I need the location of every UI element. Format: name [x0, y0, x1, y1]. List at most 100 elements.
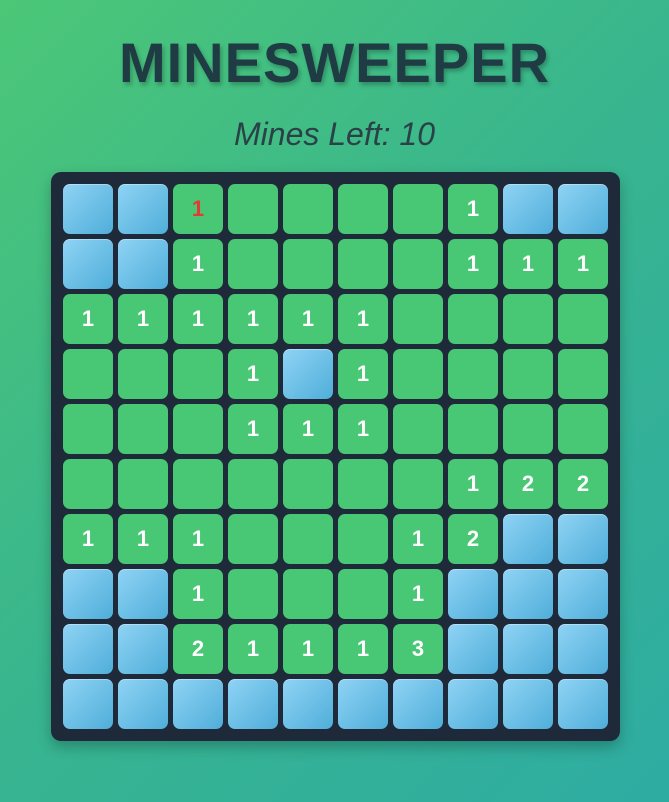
number-cell-r4-c3: 1 — [228, 404, 278, 454]
hidden-cell-r7-c0[interactable] — [63, 569, 113, 619]
empty-cell-r6-c3 — [228, 514, 278, 564]
number-cell-r1-c7: 1 — [448, 239, 498, 289]
empty-cell-r3-c1 — [118, 349, 168, 399]
empty-cell-r3-c6 — [393, 349, 443, 399]
number-cell-r5-c7: 1 — [448, 459, 498, 509]
empty-cell-r0-c4 — [283, 184, 333, 234]
empty-cell-r2-c8 — [503, 294, 553, 344]
empty-cell-r7-c3 — [228, 569, 278, 619]
hidden-cell-r3-c4[interactable] — [283, 349, 333, 399]
empty-cell-r5-c1 — [118, 459, 168, 509]
hidden-cell-r1-c1[interactable] — [118, 239, 168, 289]
hidden-cell-r9-c9[interactable] — [558, 679, 608, 729]
empty-cell-r5-c3 — [228, 459, 278, 509]
hidden-cell-r7-c7[interactable] — [448, 569, 498, 619]
empty-cell-r5-c4 — [283, 459, 333, 509]
number-cell-r6-c1: 1 — [118, 514, 168, 564]
hidden-cell-r9-c5[interactable] — [338, 679, 388, 729]
number-cell-r5-c9: 2 — [558, 459, 608, 509]
hidden-cell-r9-c0[interactable] — [63, 679, 113, 729]
hidden-cell-r9-c3[interactable] — [228, 679, 278, 729]
empty-cell-r5-c0 — [63, 459, 113, 509]
number-cell-r8-c2: 2 — [173, 624, 223, 674]
empty-cell-r0-c6 — [393, 184, 443, 234]
hidden-cell-r9-c6[interactable] — [393, 679, 443, 729]
hidden-cell-r6-c9[interactable] — [558, 514, 608, 564]
hidden-cell-r0-c0[interactable] — [63, 184, 113, 234]
hidden-cell-r9-c4[interactable] — [283, 679, 333, 729]
number-cell-r6-c6: 1 — [393, 514, 443, 564]
empty-cell-r4-c2 — [173, 404, 223, 454]
hidden-cell-r6-c8[interactable] — [503, 514, 553, 564]
hidden-cell-r1-c0[interactable] — [63, 239, 113, 289]
empty-cell-r7-c5 — [338, 569, 388, 619]
cell-grid: 11111111111111111122111121121113 — [63, 184, 608, 729]
empty-cell-r3-c0 — [63, 349, 113, 399]
empty-cell-r6-c4 — [283, 514, 333, 564]
number-cell-r3-c3: 1 — [228, 349, 278, 399]
number-cell-r8-c6: 3 — [393, 624, 443, 674]
hidden-cell-r9-c1[interactable] — [118, 679, 168, 729]
hidden-cell-r7-c9[interactable] — [558, 569, 608, 619]
number-cell-r8-c5: 1 — [338, 624, 388, 674]
number-cell-r0-c7: 1 — [448, 184, 498, 234]
empty-cell-r3-c7 — [448, 349, 498, 399]
hidden-cell-r7-c1[interactable] — [118, 569, 168, 619]
empty-cell-r3-c2 — [173, 349, 223, 399]
number-cell-r8-c4: 1 — [283, 624, 333, 674]
number-cell-r1-c9: 1 — [558, 239, 608, 289]
number-cell-r7-c6: 1 — [393, 569, 443, 619]
number-cell-r3-c5: 1 — [338, 349, 388, 399]
empty-cell-r2-c6 — [393, 294, 443, 344]
hidden-cell-r8-c0[interactable] — [63, 624, 113, 674]
empty-cell-r1-c4 — [283, 239, 333, 289]
hidden-cell-r8-c8[interactable] — [503, 624, 553, 674]
empty-cell-r5-c6 — [393, 459, 443, 509]
number-cell-r2-c5: 1 — [338, 294, 388, 344]
hidden-cell-r9-c7[interactable] — [448, 679, 498, 729]
empty-cell-r3-c9 — [558, 349, 608, 399]
empty-cell-r4-c6 — [393, 404, 443, 454]
empty-cell-r1-c5 — [338, 239, 388, 289]
empty-cell-r4-c1 — [118, 404, 168, 454]
hidden-cell-r8-c9[interactable] — [558, 624, 608, 674]
hidden-cell-r9-c2[interactable] — [173, 679, 223, 729]
empty-cell-r6-c5 — [338, 514, 388, 564]
number-cell-r6-c7: 2 — [448, 514, 498, 564]
number-cell-r5-c8: 2 — [503, 459, 553, 509]
empty-cell-r4-c0 — [63, 404, 113, 454]
empty-cell-r4-c7 — [448, 404, 498, 454]
empty-cell-r4-c8 — [503, 404, 553, 454]
empty-cell-r3-c8 — [503, 349, 553, 399]
number-cell-r1-c8: 1 — [503, 239, 553, 289]
hidden-cell-r8-c1[interactable] — [118, 624, 168, 674]
number-cell-r8-c3: 1 — [228, 624, 278, 674]
number-cell-r6-c2: 1 — [173, 514, 223, 564]
empty-cell-r2-c7 — [448, 294, 498, 344]
hidden-cell-r0-c9[interactable] — [558, 184, 608, 234]
hidden-cell-r7-c8[interactable] — [503, 569, 553, 619]
empty-cell-r1-c3 — [228, 239, 278, 289]
number-cell-r0-c2: 1 — [173, 184, 223, 234]
hidden-cell-r0-c1[interactable] — [118, 184, 168, 234]
empty-cell-r5-c5 — [338, 459, 388, 509]
empty-cell-r2-c9 — [558, 294, 608, 344]
number-cell-r2-c3: 1 — [228, 294, 278, 344]
number-cell-r6-c0: 1 — [63, 514, 113, 564]
mines-left-counter: Mines Left: 10 — [234, 116, 435, 152]
number-cell-r1-c2: 1 — [173, 239, 223, 289]
hidden-cell-r0-c8[interactable] — [503, 184, 553, 234]
number-cell-r2-c4: 1 — [283, 294, 333, 344]
game-board: 11111111111111111122111121121113 — [51, 172, 620, 741]
empty-cell-r0-c3 — [228, 184, 278, 234]
empty-cell-r7-c4 — [283, 569, 333, 619]
number-cell-r2-c2: 1 — [173, 294, 223, 344]
number-cell-r2-c0: 1 — [63, 294, 113, 344]
empty-cell-r5-c2 — [173, 459, 223, 509]
number-cell-r4-c4: 1 — [283, 404, 333, 454]
number-cell-r2-c1: 1 — [118, 294, 168, 344]
hidden-cell-r9-c8[interactable] — [503, 679, 553, 729]
hidden-cell-r8-c7[interactable] — [448, 624, 498, 674]
empty-cell-r4-c9 — [558, 404, 608, 454]
number-cell-r4-c5: 1 — [338, 404, 388, 454]
